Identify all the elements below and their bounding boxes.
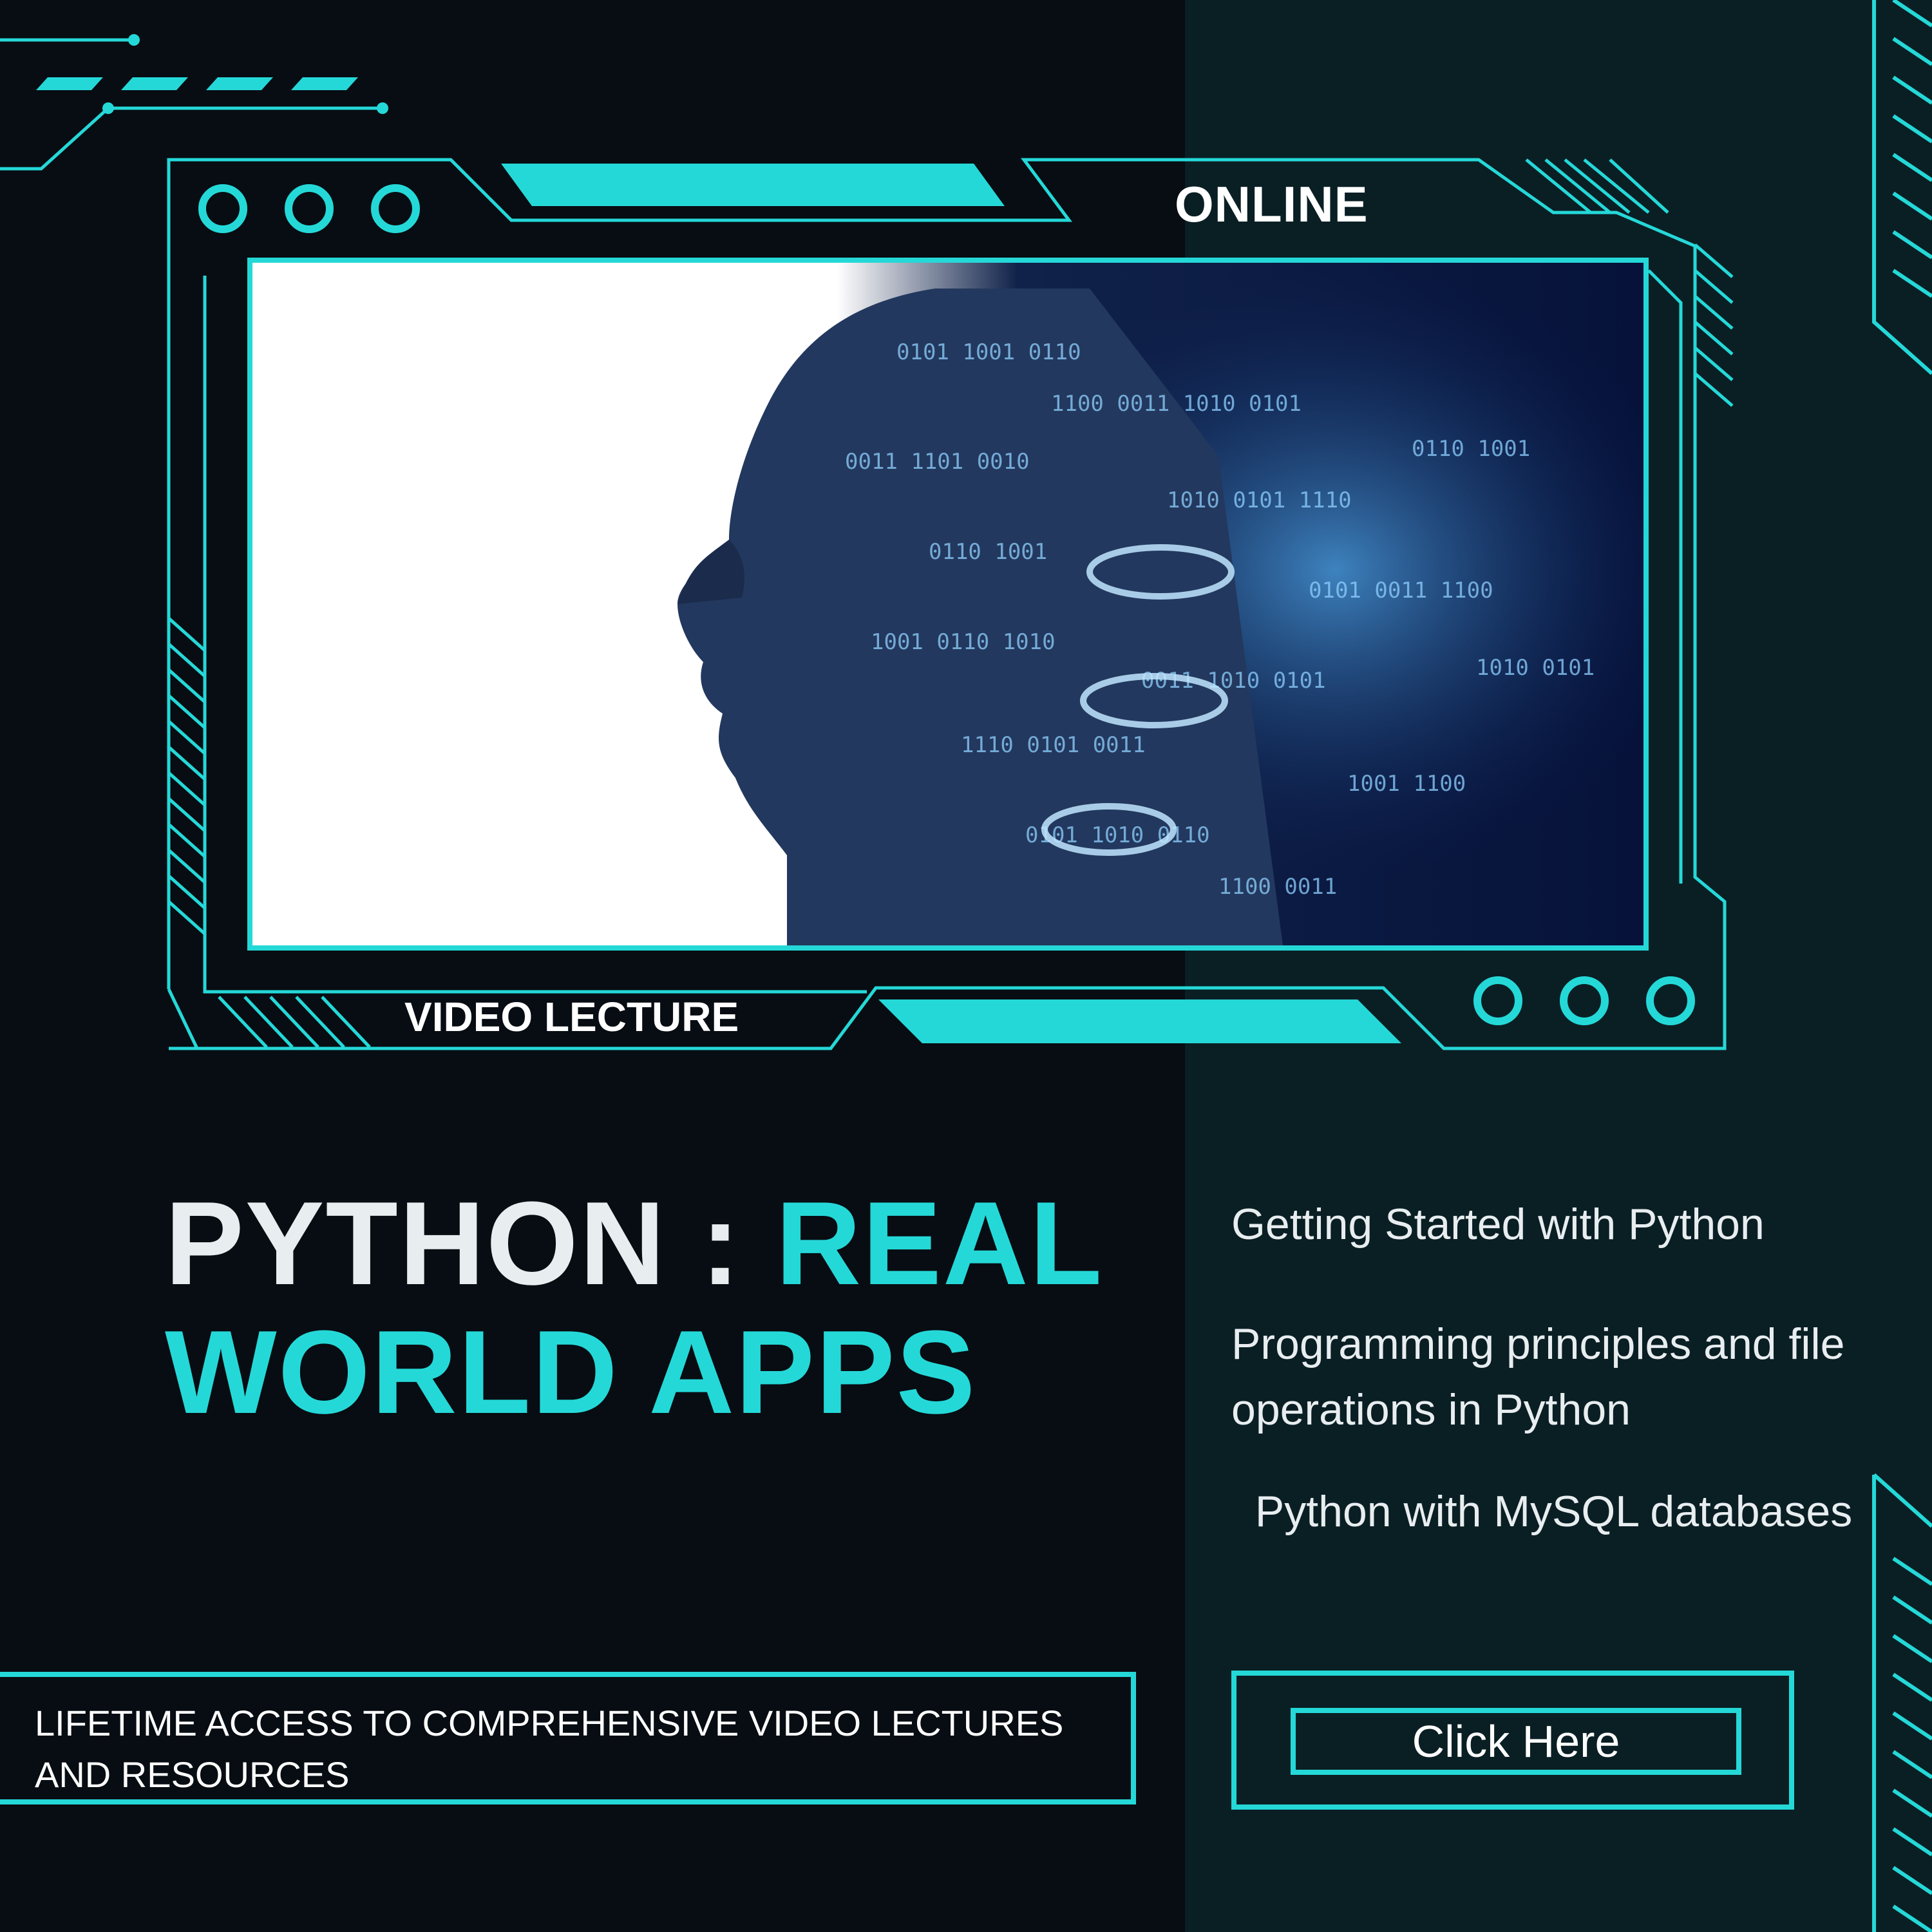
svg-text:0101 0011 1100: 0101 0011 1100 [1309, 578, 1493, 603]
page-title: PYTHON : REAL WORLD APPS [165, 1179, 1103, 1436]
title-part-python: PYTHON : [165, 1177, 776, 1309]
svg-text:1010 0101: 1010 0101 [1476, 655, 1595, 681]
svg-text:0101 1001 0110: 0101 1001 0110 [896, 339, 1081, 365]
online-badge: ONLINE [1175, 176, 1368, 232]
svg-text:0110 1001: 0110 1001 [1412, 436, 1530, 462]
svg-text:0011 1101 0010: 0011 1101 0010 [845, 449, 1030, 475]
svg-text:0011 1010 0101: 0011 1010 0101 [1141, 668, 1326, 694]
topic-list: Getting Started with Python Programming … [1231, 1191, 1875, 1544]
lifetime-access-text: LIFETIME ACCESS TO COMPREHENSIVE VIDEO L… [35, 1703, 1064, 1795]
hero-image: 0101 1001 0110 1100 0011 1010 0101 0011 … [252, 263, 1643, 945]
click-here-button[interactable]: Click Here [1291, 1708, 1741, 1775]
svg-text:1110 0101 0011: 1110 0101 0011 [961, 732, 1146, 758]
svg-text:1001 0110 1010: 1001 0110 1010 [871, 629, 1056, 655]
lifetime-access-box: LIFETIME ACCESS TO COMPREHENSIVE VIDEO L… [0, 1672, 1136, 1804]
svg-text:1001 1100: 1001 1100 [1347, 771, 1466, 797]
video-lecture-badge: VIDEO LECTURE [404, 994, 739, 1040]
cta-frame: Click Here [1231, 1671, 1794, 1810]
title-part-real: REAL [775, 1177, 1104, 1309]
svg-text:1010 0101 1110: 1010 0101 1110 [1167, 488, 1352, 513]
topic-item: Getting Started with Python [1231, 1200, 1765, 1249]
topic-item: Programming principles and file operatio… [1231, 1320, 1845, 1434]
svg-text:1100 0011 1010 0101: 1100 0011 1010 0101 [1051, 391, 1302, 417]
topic-item: Python with MySQL databases [1243, 1487, 1853, 1536]
svg-text:1100 0011: 1100 0011 [1218, 874, 1337, 900]
svg-text:0110 1001: 0110 1001 [929, 539, 1047, 565]
title-part-world-apps: WORLD APPS [165, 1305, 977, 1438]
